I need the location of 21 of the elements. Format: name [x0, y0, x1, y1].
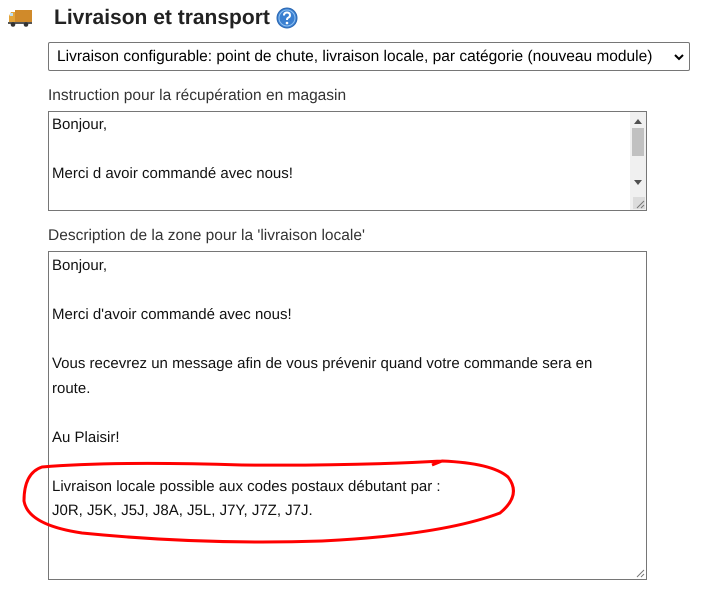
text-area[interactable]: Bonjour, Merci d avoir commandé avec nous! — [48, 111, 647, 211]
paragraph: Vous recevrez un message afin de vous prévenir quand votre commande sera en route. — [52, 354, 594, 398]
paragraph: Merci d'avoir commandé avec nous! — [52, 305, 292, 325]
resize-grip-icon — [633, 197, 645, 209]
paragraph: Livraison locale possible aux codes postaux débutant par : J0R, J5K, J5J, J8A, J5L, J7Y, J7Z, J7J. — [52, 476, 441, 521]
text-area[interactable] — [48, 251, 647, 580]
scrollbar[interactable] — [630, 112, 646, 210]
scrollbar-thumb[interactable] — [632, 128, 644, 156]
truck-icon — [8, 9, 32, 27]
paragraph: Bonjour, — [52, 256, 108, 276]
field-label: Description de la zone pour la 'livraison locale' — [48, 226, 365, 246]
paragraph: Merci d avoir commandé avec nous! — [52, 164, 293, 184]
paragraph: Au Plaisir! — [52, 428, 120, 448]
arrow-down-icon — [634, 180, 642, 186]
paragraph: Bonjour, — [52, 115, 108, 135]
field-label: Instruction pour la récupération en magasin — [48, 86, 346, 106]
section-title: Livraison et transport — [54, 6, 270, 30]
help-icon[interactable] — [276, 7, 298, 29]
arrow-up-icon — [634, 118, 642, 124]
chevron-down-icon — [673, 52, 685, 62]
shipping-dropdown[interactable]: Livraison configurable: point de chute, livraison locale, par catégorie (nouveau module) — [48, 42, 690, 71]
